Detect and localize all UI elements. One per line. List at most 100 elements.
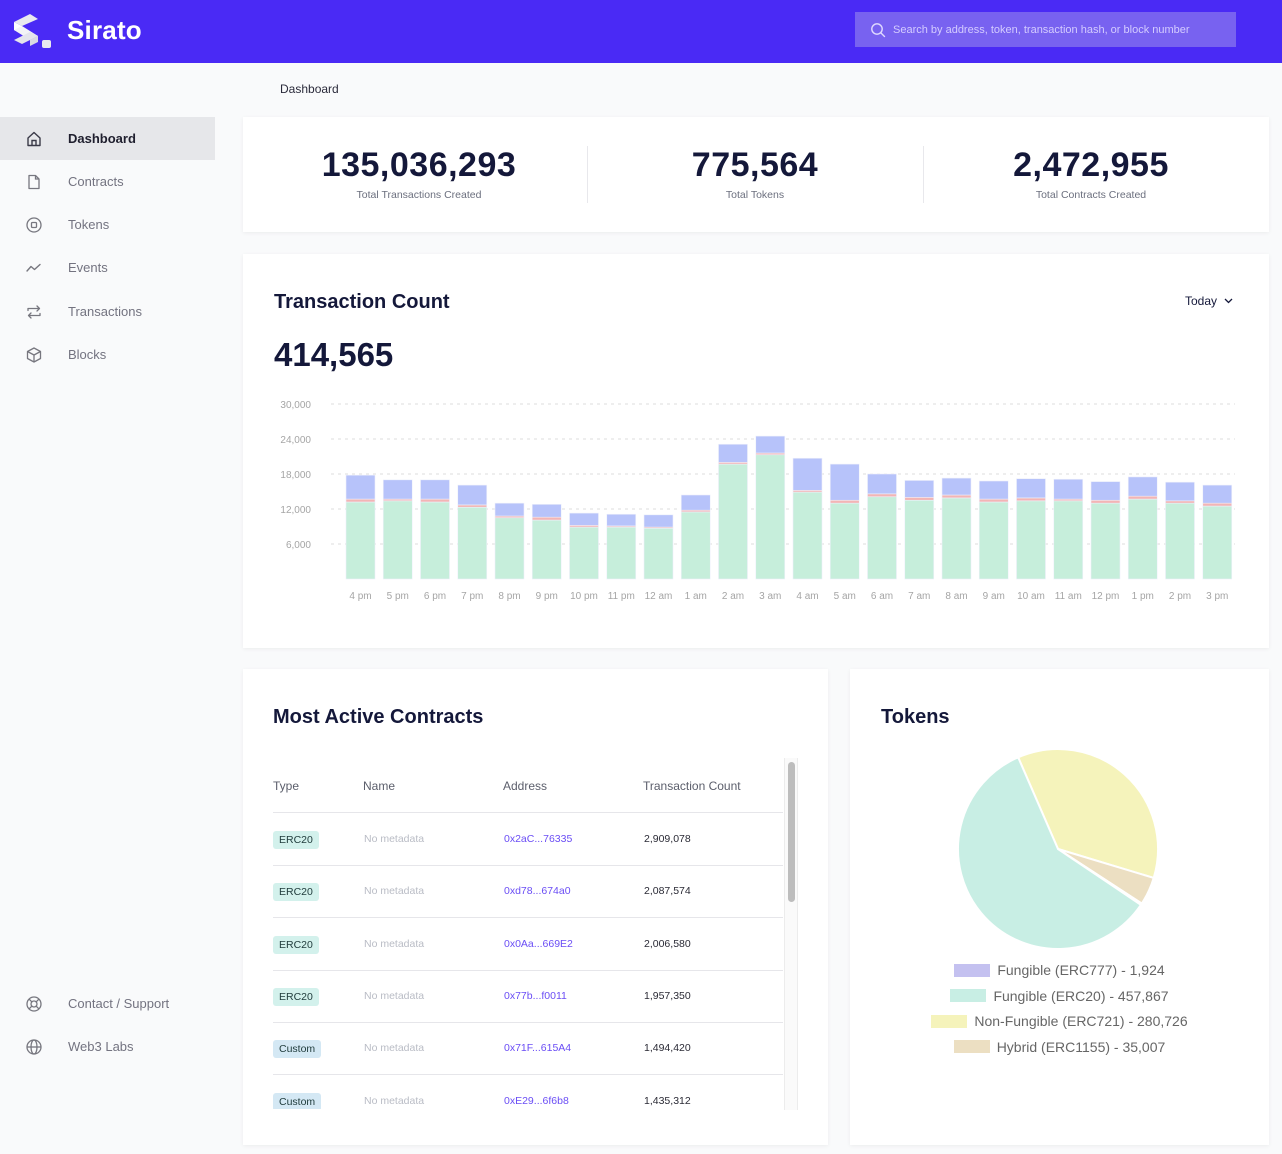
bar-segment-series-green[interactable]	[457, 506, 488, 580]
bar-segment-series-red[interactable]	[829, 499, 860, 504]
bar-segment-series-green[interactable]	[904, 499, 935, 580]
contract-address-link[interactable]: 0x77b...f0011	[504, 990, 567, 1002]
brand-name[interactable]: Sirato	[67, 15, 142, 46]
bar-segment-series-blue[interactable]	[382, 479, 413, 500]
table-scrollbar[interactable]	[784, 758, 798, 1110]
bar-segment-series-green[interactable]	[1202, 505, 1233, 580]
bar-segment-series-red[interactable]	[531, 516, 562, 521]
sidebar-item-blocks[interactable]: Blocks	[0, 333, 215, 376]
bar-segment-series-green[interactable]	[718, 463, 748, 580]
bar-segment-series-blue[interactable]	[867, 473, 897, 495]
table-row[interactable]: ERC20 No metadata 0x0Aa...669E2 2,006,580	[273, 919, 783, 971]
bar-segment-series-blue[interactable]	[531, 504, 562, 518]
table-row[interactable]: ERC20 No metadata 0x2aC...76335 2,909,078	[273, 814, 783, 866]
bar-segment-series-green[interactable]	[606, 526, 637, 580]
bar-segment-series-blue[interactable]	[1053, 478, 1084, 500]
bar-segment-series-red[interactable]	[420, 498, 450, 503]
token-icon	[26, 216, 42, 233]
bar-segment-series-red[interactable]	[1127, 495, 1158, 500]
column-header-address[interactable]: Address	[503, 779, 547, 793]
column-header-name[interactable]: Name	[363, 779, 395, 793]
bar-segment-series-green[interactable]	[680, 511, 711, 580]
contract-address-link[interactable]: 0x71F...615A4	[504, 1042, 571, 1054]
bar-segment-series-green[interactable]	[792, 491, 823, 580]
bar-segment-series-blue[interactable]	[420, 479, 450, 500]
bar-segment-series-blue[interactable]	[1127, 476, 1158, 497]
sidebar-item-contact-support[interactable]: Contact / Support	[0, 982, 215, 1025]
sidebar-item-contracts[interactable]: Contracts	[0, 160, 215, 203]
search-input[interactable]	[893, 23, 1233, 36]
table-row[interactable]: Custom No metadata 0x71F...615A4 1,494,420	[273, 1023, 783, 1076]
bar-segment-series-red[interactable]	[904, 497, 935, 501]
contract-address-link[interactable]: 0xE29...6f6b8	[504, 1095, 569, 1107]
bar-segment-series-red[interactable]	[345, 498, 376, 503]
bar-segment-series-green[interactable]	[941, 497, 972, 580]
bar-segment-series-green[interactable]	[829, 502, 860, 580]
bar-segment-series-green[interactable]	[643, 527, 674, 580]
bar-segment-series-blue[interactable]	[1090, 481, 1121, 501]
search-box[interactable]	[855, 12, 1236, 47]
bar-segment-series-blue[interactable]	[904, 480, 935, 498]
sirato-logo-icon[interactable]	[12, 12, 56, 50]
sidebar-item-web3-labs[interactable]: Web3 Labs	[0, 1025, 215, 1068]
bar-segment-series-blue[interactable]	[829, 463, 860, 501]
bar-segment-series-green[interactable]	[345, 501, 376, 580]
bar-segment-series-blue[interactable]	[606, 513, 637, 527]
bar-segment-series-blue[interactable]	[494, 502, 525, 517]
sidebar-item-tokens[interactable]: Tokens	[0, 203, 215, 246]
bar-segment-series-green[interactable]	[867, 496, 897, 580]
bar-segment-series-blue[interactable]	[680, 494, 711, 511]
contract-address-link[interactable]: 0x2aC...76335	[504, 833, 572, 845]
bar-segment-series-blue[interactable]	[978, 480, 1009, 500]
bar-segment-series-green[interactable]	[1127, 498, 1158, 580]
table-row[interactable]: Custom No metadata 0xE29...6f6b8 1,435,312	[273, 1076, 783, 1109]
bar-segment-series-red[interactable]	[1202, 502, 1233, 507]
bar-segment-series-blue[interactable]	[792, 457, 823, 491]
bar-segment-series-red[interactable]	[1016, 497, 1046, 502]
legend-item[interactable]: Fungible (ERC777) - 1,924	[850, 961, 1269, 979]
bar-segment-series-green[interactable]	[569, 526, 599, 580]
sidebar-item-label: Web3 Labs	[68, 1039, 134, 1054]
bar-segment-series-green[interactable]	[1053, 500, 1084, 580]
range-dropdown[interactable]: Today	[1185, 294, 1233, 308]
contract-address-link[interactable]: 0xd78...674a0	[504, 885, 571, 897]
column-header-type[interactable]: Type	[273, 779, 299, 793]
bar-segment-series-blue[interactable]	[718, 443, 748, 463]
bar-segment-series-red[interactable]	[978, 498, 1009, 503]
card-title: Transaction Count	[274, 291, 450, 313]
bar-segment-series-green[interactable]	[755, 454, 786, 580]
bar-segment-series-green[interactable]	[1165, 502, 1195, 580]
bar-segment-series-blue[interactable]	[941, 477, 972, 496]
column-header-transaction-count[interactable]: Transaction Count	[643, 779, 741, 793]
sidebar-item-events[interactable]: Events	[0, 246, 215, 289]
bar-segment-series-red[interactable]	[867, 493, 897, 498]
bar-segment-series-green[interactable]	[494, 517, 525, 580]
bar-segment-series-blue[interactable]	[755, 435, 786, 454]
bar-segment-series-green[interactable]	[420, 501, 450, 580]
bar-segment-series-red[interactable]	[1090, 499, 1121, 504]
scrollbar-thumb[interactable]	[788, 762, 795, 902]
bar-segment-series-blue[interactable]	[345, 474, 376, 500]
legend-item[interactable]: Hybrid (ERC1155) - 35,007	[850, 1038, 1269, 1056]
bar-segment-series-green[interactable]	[1016, 500, 1046, 580]
bar-segment-series-green[interactable]	[531, 519, 562, 580]
bar-segment-series-red[interactable]	[941, 494, 972, 499]
bar-segment-series-blue[interactable]	[1202, 484, 1233, 504]
contract-address-link[interactable]: 0x0Aa...669E2	[504, 938, 573, 950]
sidebar-item-transactions[interactable]: Transactions	[0, 290, 215, 333]
bar-segment-series-green[interactable]	[1090, 502, 1121, 580]
table-row[interactable]: ERC20 No metadata 0xd78...674a0 2,087,574	[273, 866, 783, 919]
bar-segment-series-blue[interactable]	[1165, 481, 1195, 502]
bar-segment-series-blue[interactable]	[643, 514, 674, 528]
bar-segment-series-red[interactable]	[1165, 500, 1195, 504]
bar-segment-series-blue[interactable]	[569, 512, 599, 526]
legend-item[interactable]: Fungible (ERC20) - 457,867	[850, 987, 1269, 1005]
legend-item[interactable]: Non-Fungible (ERC721) - 280,726	[850, 1012, 1269, 1030]
bar-segment-series-blue[interactable]	[457, 484, 488, 506]
sidebar-item-dashboard[interactable]: Dashboard	[0, 117, 215, 160]
bar-segment-series-green[interactable]	[978, 501, 1009, 580]
table-row[interactable]: ERC20 No metadata 0x77b...f0011 1,957,350	[273, 971, 783, 1023]
bar-segment-series-red[interactable]	[457, 504, 488, 508]
bar-segment-series-green[interactable]	[382, 500, 413, 580]
bar-segment-series-blue[interactable]	[1016, 478, 1046, 499]
